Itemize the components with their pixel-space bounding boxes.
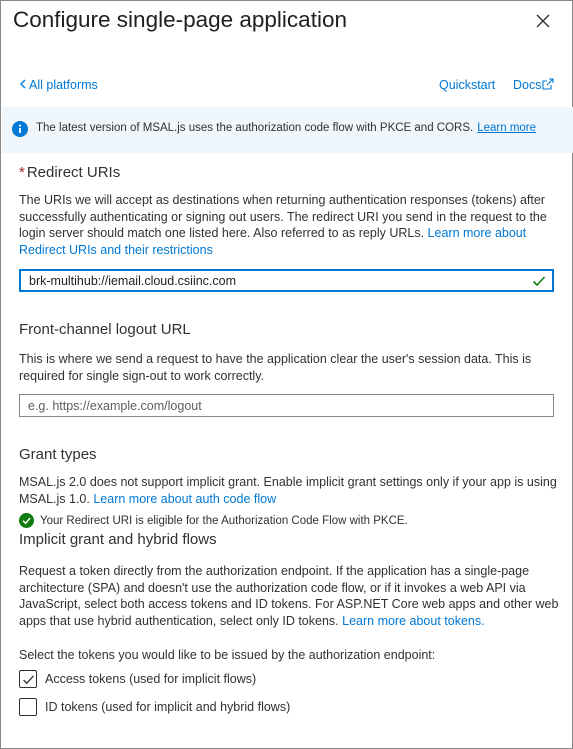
banner-message: The latest version of MSAL.js uses the a…: [36, 122, 536, 134]
id-tokens-option[interactable]: ID tokens (used for implicit and hybrid …: [19, 698, 290, 718]
all-platforms-label: All platforms: [29, 78, 98, 92]
learn-more-tokens-link[interactable]: Learn more about tokens.: [342, 614, 484, 628]
redirect-uris-description: The URIs we will accept as destinations …: [19, 192, 559, 258]
eligibility-status: Your Redirect URI is eligible for the Au…: [19, 513, 408, 529]
logout-url-field[interactable]: [19, 394, 554, 417]
eligibility-message: Your Redirect URI is eligible for the Au…: [40, 515, 408, 527]
redirect-uris-label: Redirect URIs: [26, 164, 121, 181]
info-icon: [12, 121, 28, 137]
redirect-uri-field[interactable]: [19, 269, 554, 292]
auth-code-flow-link[interactable]: Learn more about auth code flow: [93, 492, 276, 506]
close-icon[interactable]: [533, 11, 553, 31]
checkmark-icon: [23, 675, 34, 685]
nav-row: All platforms Quickstart Docs: [19, 78, 559, 94]
chevron-left-icon: [19, 78, 27, 92]
external-link-icon: [542, 78, 555, 90]
implicit-grant-heading: Implicit grant and hybrid flows: [19, 531, 217, 548]
all-platforms-link[interactable]: All platforms: [19, 78, 98, 92]
grant-types-heading: Grant types: [19, 446, 97, 463]
implicit-grant-description: Request a token directly from the author…: [19, 563, 559, 629]
redirect-uri-input[interactable]: [21, 271, 552, 290]
quickstart-link[interactable]: Quickstart: [439, 78, 495, 92]
info-banner: The latest version of MSAL.js uses the a…: [2, 107, 573, 153]
required-marker: *: [19, 164, 25, 181]
logout-description: This is where we send a request to have …: [19, 352, 532, 383]
access-tokens-option[interactable]: Access tokens (used for implicit flows): [19, 670, 256, 690]
banner-learn-more-link[interactable]: Learn more: [477, 122, 536, 134]
success-check-icon: [19, 513, 34, 528]
logout-url-input[interactable]: [20, 395, 553, 416]
docs-link[interactable]: Docs: [513, 78, 555, 92]
valid-check-icon: [532, 276, 546, 287]
docs-label: Docs: [513, 78, 542, 92]
banner-text: The latest version of MSAL.js uses the a…: [36, 122, 474, 134]
panel-title: Configure single-page application: [13, 7, 347, 32]
access-tokens-label: Access tokens (used for implicit flows): [45, 672, 257, 686]
grant-types-description: MSAL.js 2.0 does not support implicit gr…: [19, 474, 559, 507]
id-tokens-checkbox[interactable]: [19, 698, 37, 716]
access-tokens-checkbox[interactable]: [19, 670, 37, 688]
id-tokens-label: ID tokens (used for implicit and hybrid …: [45, 700, 291, 714]
configure-spa-panel: Configure single-page application All pl…: [0, 0, 573, 749]
select-tokens-prompt: Select the tokens you would like to be i…: [19, 648, 436, 662]
front-channel-logout-heading: Front-channel logout URL: [19, 321, 191, 338]
redirect-uris-heading: * Redirect URIs: [19, 164, 120, 181]
